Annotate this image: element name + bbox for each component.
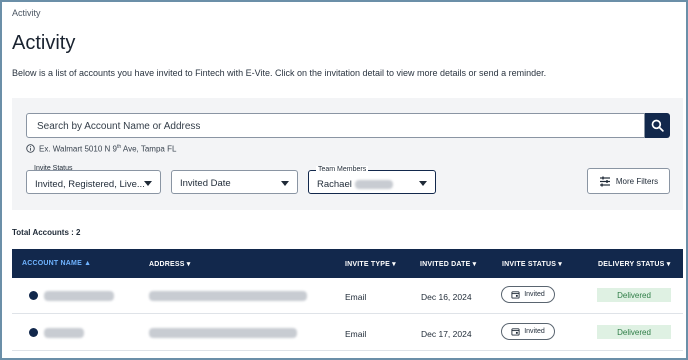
col-invited-date[interactable]: INVITED DATE ▾ <box>420 260 476 268</box>
table-row[interactable]: Email Dec 17, 2024 Invited Delivered <box>12 315 683 351</box>
team-members-label: Team Members <box>316 166 369 173</box>
redacted-surname <box>354 179 393 189</box>
team-members-value: Rachael <box>317 179 352 190</box>
col-delivery-status[interactable]: DELIVERY STATUS ▾ <box>598 260 670 268</box>
total-accounts: Total Accounts : 2 <box>12 228 81 237</box>
redacted-address <box>149 328 297 338</box>
breadcrumb[interactable]: Activity <box>12 8 41 18</box>
table-header: ACCOUNT NAME ▲ ADDRESS ▾ INVITE TYPE ▾ I… <box>12 249 683 278</box>
col-invited-date-label: INVITED DATE <box>420 261 471 268</box>
redacted-account-name <box>44 328 84 338</box>
chevron-down-icon: ▾ <box>392 261 396 268</box>
table-row[interactable]: Email Dec 16, 2024 Invited Delivered <box>12 278 683 314</box>
invited-date: Dec 17, 2024 <box>421 329 472 339</box>
delivery-status-badge: Delivered <box>597 325 671 339</box>
col-invite-status-label: INVITE STATUS <box>502 261 557 268</box>
chevron-down-icon: ▾ <box>666 261 671 268</box>
more-filters-label: More Filters <box>615 176 659 186</box>
col-invite-type[interactable]: INVITE TYPE ▾ <box>345 260 396 268</box>
info-icon <box>26 144 35 154</box>
invite-status-value: Invited, Registered, Live... <box>35 179 145 190</box>
search-placeholder: Search by Account Name or Address <box>37 121 201 132</box>
col-account-name-label: ACCOUNT NAME <box>22 260 82 267</box>
chevron-down-icon: ▾ <box>558 261 562 268</box>
page-title: Activity <box>12 32 76 54</box>
page-description: Below is a list of accounts you have inv… <box>12 68 547 78</box>
calendar-icon <box>511 328 520 336</box>
col-invite-status[interactable]: INVITE STATUS ▾ <box>502 260 562 268</box>
col-address-label: ADDRESS <box>149 261 185 268</box>
date-value: Invited Date <box>180 178 231 189</box>
search-hint: Ex. Walmart 5010 N 9th Ave, Tampa FL <box>26 144 176 154</box>
col-address[interactable]: ADDRESS ▾ <box>149 260 191 268</box>
team-members-select[interactable]: Rachael <box>308 170 436 194</box>
invite-status-text: Invited <box>524 328 545 335</box>
account-status-dot <box>29 328 38 337</box>
col-account-name[interactable]: ACCOUNT NAME ▲ <box>22 260 91 267</box>
search-button[interactable] <box>645 113 670 138</box>
chevron-down-icon <box>419 181 427 186</box>
col-invite-type-label: INVITE TYPE <box>345 261 390 268</box>
invite-status-badge[interactable]: Invited <box>501 323 555 340</box>
chevron-down-icon: ▾ <box>186 261 191 268</box>
date-select[interactable]: Invited Date <box>171 170 298 194</box>
calendar-icon <box>511 291 520 299</box>
chevron-down-icon: ▾ <box>472 261 477 268</box>
redacted-account-name <box>44 291 114 301</box>
filter-panel: Search by Account Name or Address Ex. Wa… <box>12 98 683 210</box>
sliders-icon <box>599 176 610 186</box>
chevron-down-icon <box>144 181 152 186</box>
delivery-status-badge: Delivered <box>597 288 671 302</box>
more-filters-button[interactable]: More Filters <box>587 168 670 194</box>
chevron-down-icon <box>281 181 289 186</box>
col-delivery-status-label: DELIVERY STATUS <box>598 261 665 268</box>
search-icon <box>651 119 664 132</box>
invite-type: Email <box>345 292 367 302</box>
invite-type: Email <box>345 329 367 339</box>
redacted-address <box>149 291 307 301</box>
invite-status-badge[interactable]: Invited <box>501 286 555 303</box>
invited-date: Dec 16, 2024 <box>421 292 472 302</box>
account-status-dot <box>29 291 38 300</box>
hint-prefix: Ex. Walmart 5010 N 9 <box>39 144 117 154</box>
invite-status-select[interactable]: Invited, Registered, Live... <box>26 170 161 194</box>
search-input[interactable]: Search by Account Name or Address <box>26 113 645 138</box>
sort-asc-icon: ▲ <box>84 260 92 267</box>
invite-status-text: Invited <box>524 291 545 298</box>
hint-suffix: Ave, Tampa FL <box>121 144 177 154</box>
